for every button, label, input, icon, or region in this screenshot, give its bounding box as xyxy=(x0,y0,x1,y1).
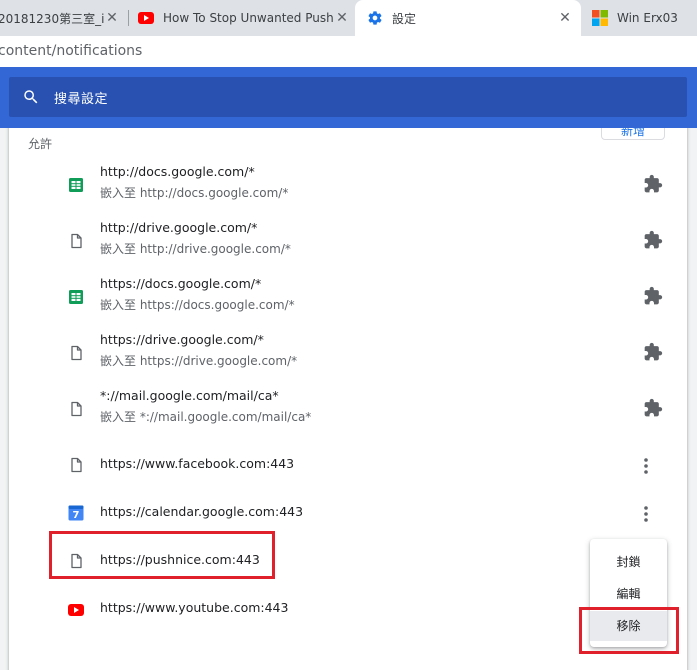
site-url: https://www.youtube.com:443 xyxy=(100,600,289,615)
add-button[interactable]: 新增 xyxy=(601,128,665,140)
extension-icon[interactable] xyxy=(643,342,663,362)
search-placeholder: 搜尋設定 xyxy=(54,91,109,107)
site-url: https://calendar.google.com:443 xyxy=(100,504,304,519)
settings-search-field[interactable]: 搜尋設定 xyxy=(9,77,687,117)
gear-icon xyxy=(367,10,383,26)
search-icon xyxy=(24,90,38,104)
site-embedded-in: 嵌入至 http://docs.google.com/* xyxy=(100,186,289,200)
site-embedded-in: 嵌入至 *://mail.google.com/mail/ca* xyxy=(100,410,312,424)
site-url: https://www.facebook.com:443 xyxy=(100,456,295,471)
site-row: https://www.facebook.com:443 xyxy=(9,442,687,490)
site-row: *://mail.google.com/mail/ca* 嵌入至 *://mai… xyxy=(9,386,687,438)
notifications-card: 允許 新增 http://docs.google.com/* 嵌入至 http:… xyxy=(9,128,687,670)
tab-2[interactable]: How To Stop Unwanted Push ✕ xyxy=(138,0,354,36)
google-sheets-icon xyxy=(69,178,83,192)
close-icon[interactable]: ✕ xyxy=(334,10,350,26)
page-icon xyxy=(71,457,82,473)
page-icon xyxy=(71,233,82,249)
site-url: http://docs.google.com/* xyxy=(100,164,255,179)
address-bar[interactable]: content/notifications xyxy=(0,36,697,67)
tab-title: 設定 xyxy=(392,11,417,26)
tab-title: Win Erx03 xyxy=(617,11,678,25)
menu-item-edit[interactable]: 編輯 xyxy=(590,579,667,609)
site-row: http://docs.google.com/* 嵌入至 http://docs… xyxy=(9,162,687,214)
site-url: http://drive.google.com/* xyxy=(100,220,258,235)
site-row: http://drive.google.com/* 嵌入至 http://dri… xyxy=(9,218,687,270)
calendar-day-text: 7 xyxy=(73,510,80,521)
site-embedded-in: 嵌入至 https://drive.google.com/* xyxy=(100,354,298,368)
tab-title: 20181230第三室_i xyxy=(0,11,104,26)
site-row: https://drive.google.com/* 嵌入至 https://d… xyxy=(9,330,687,382)
site-row: https://docs.google.com/* 嵌入至 https://do… xyxy=(9,274,687,326)
extension-icon[interactable] xyxy=(643,398,663,418)
tab-title: How To Stop Unwanted Push xyxy=(163,11,334,25)
site-embedded-in: 嵌入至 http://drive.google.com/* xyxy=(100,242,291,256)
extension-icon[interactable] xyxy=(643,174,663,194)
site-url: https://drive.google.com/* xyxy=(100,332,264,347)
url-text[interactable]: content/notifications xyxy=(0,43,142,59)
more-vert-icon[interactable] xyxy=(640,456,652,476)
tab-separator xyxy=(128,10,129,26)
page-icon xyxy=(71,345,82,361)
allow-section-label: 允許 xyxy=(28,137,53,151)
youtube-icon xyxy=(68,604,84,616)
page-icon xyxy=(71,401,82,417)
tab-3-settings[interactable]: 設定 ✕ xyxy=(355,0,581,36)
tab-strip: 20181230第三室_i ✕ How To Stop Unwanted Pus… xyxy=(0,0,697,36)
windows-logo-icon xyxy=(592,10,608,26)
site-url: https://docs.google.com/* xyxy=(100,276,262,291)
more-vert-icon[interactable] xyxy=(640,504,652,524)
site-embedded-in: 嵌入至 https://docs.google.com/* xyxy=(100,298,295,312)
highlight-box-pushnice xyxy=(49,531,275,579)
extension-icon[interactable] xyxy=(643,230,663,250)
close-icon[interactable]: ✕ xyxy=(104,10,120,26)
google-calendar-icon: 7 xyxy=(68,505,84,521)
site-url: *://mail.google.com/mail/ca* xyxy=(100,388,279,403)
highlight-box-remove xyxy=(579,607,679,654)
menu-item-block[interactable]: 封鎖 xyxy=(590,547,667,577)
tab-1[interactable]: 20181230第三室_i ✕ xyxy=(0,0,126,36)
tab-4[interactable]: Win Erx03 xyxy=(592,0,697,36)
google-sheets-icon xyxy=(69,290,83,304)
close-icon[interactable]: ✕ xyxy=(557,10,573,26)
youtube-icon xyxy=(138,10,154,26)
extension-icon[interactable] xyxy=(643,286,663,306)
settings-header: 搜尋設定 xyxy=(0,67,697,128)
